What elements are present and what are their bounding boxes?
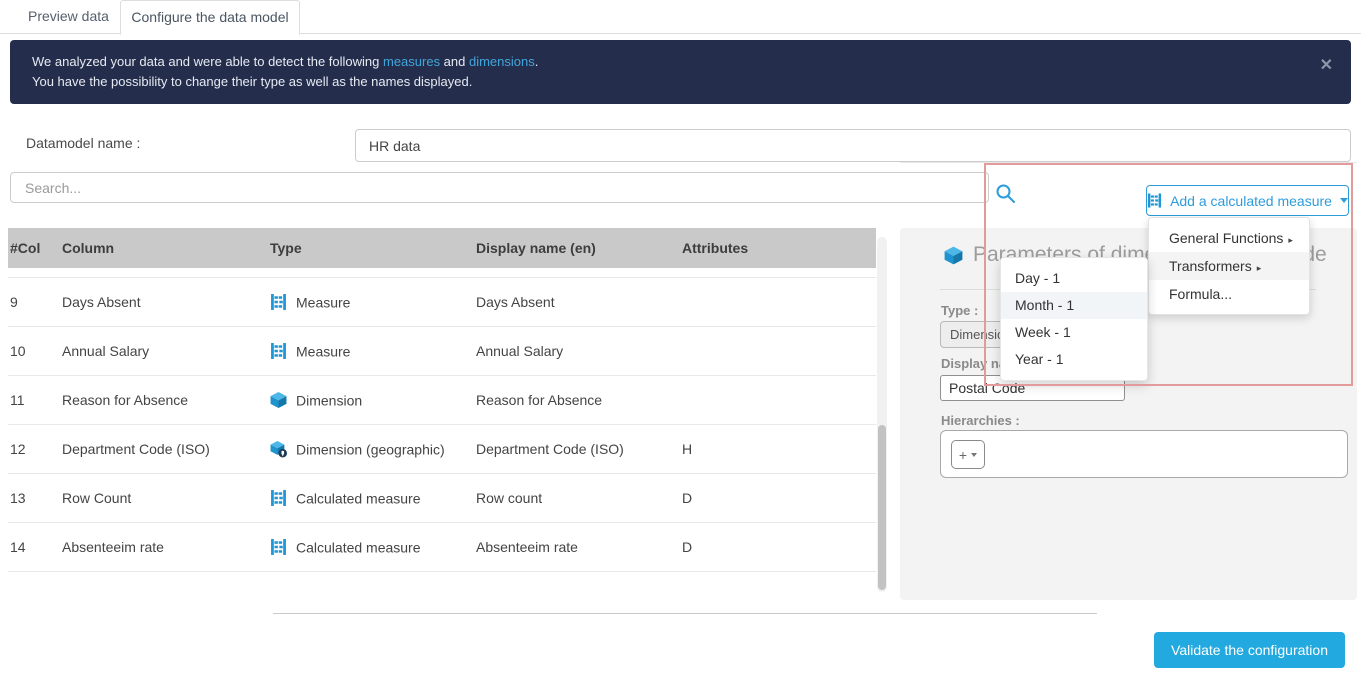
submenu-arrow-icon: ▸	[1288, 235, 1293, 245]
dimension-geographic-icon	[270, 441, 287, 458]
row-type-label: Measure	[296, 343, 351, 359]
hierarchies-box: +	[940, 430, 1348, 478]
row-attributes: H	[682, 441, 693, 457]
header-column: Column	[62, 240, 115, 256]
submenu-item[interactable]: Year - 1	[1001, 346, 1147, 373]
data-model-configuration-page: Preview data Configure the data model We…	[0, 0, 1361, 674]
hierarchies-label: Hierarchies :	[941, 413, 1020, 428]
submenu-item[interactable]: Day - 1	[1001, 265, 1147, 292]
banner-line2: You have the possibility to change their…	[32, 74, 473, 89]
table-body: 9 Days Absent Measure Days Absent 10 Ann…	[8, 277, 876, 572]
dimensions-link[interactable]: dimensions	[469, 54, 535, 69]
analysis-banner: We analyzed your data and were able to d…	[10, 40, 1351, 104]
header-display-name: Display name (en)	[476, 240, 596, 256]
measure-icon	[271, 490, 286, 506]
banner-text-prefix: We analyzed your data and were able to d…	[32, 54, 383, 69]
table-header-row: #Col Column Type Display name (en) Attri…	[8, 228, 876, 268]
table-scrollbar-thumb[interactable]	[878, 425, 886, 590]
row-type-cell[interactable]: Dimension (geographic)	[270, 441, 445, 458]
search-input[interactable]	[10, 172, 989, 203]
header-attributes: Attributes	[682, 240, 749, 256]
menu-item[interactable]: Formula...	[1149, 280, 1309, 308]
menu-item[interactable]: Transformers ▸	[1149, 252, 1309, 280]
submenu-arrow-icon: ▸	[1256, 263, 1262, 273]
row-type-cell[interactable]: Dimension	[270, 392, 362, 409]
dimension-icon	[270, 392, 287, 408]
row-display-name: Reason for Absence	[476, 392, 603, 408]
row-display-name: Department Code (ISO)	[476, 441, 624, 457]
plus-icon: +	[958, 446, 968, 463]
row-number: 9	[10, 294, 18, 310]
measure-icon	[271, 539, 286, 555]
table-row[interactable]: 11 Reason for Absence Dimension Reason f…	[8, 376, 876, 425]
banner-text-mid: and	[440, 54, 469, 69]
table-row[interactable]: 10 Annual Salary Measure Annual Salary	[8, 327, 876, 376]
header-type: Type	[270, 240, 302, 256]
calculated-measure-menu: General Functions ▸ Transformers ▸ Formula…	[1148, 217, 1310, 315]
datamodel-name-input[interactable]	[355, 129, 1351, 162]
row-type-label: Calculated measure	[296, 539, 421, 555]
row-column-name: Reason for Absence	[62, 392, 189, 408]
row-type-label: Dimension	[296, 392, 363, 408]
row-column-name: Absenteeim rate	[62, 539, 164, 555]
banner-text-suffix: .	[534, 54, 539, 69]
type-label: Type :	[941, 303, 979, 318]
submenu-item[interactable]: Month - 1	[1001, 292, 1147, 319]
chevron-down-icon	[1339, 198, 1348, 203]
measure-icon	[271, 343, 286, 359]
add-hierarchy-button[interactable]: +	[951, 440, 985, 469]
dimension-cube-icon	[944, 246, 963, 264]
tab-preview-data[interactable]: Preview data	[28, 0, 109, 33]
row-attributes: D	[682, 539, 693, 555]
row-column-name: Annual Salary	[62, 343, 150, 359]
row-number: 11	[10, 392, 25, 408]
tab-configure-data-model[interactable]: Configure the data model	[120, 0, 300, 35]
row-display-name: Row count	[476, 490, 543, 506]
row-type-label: Calculated measure	[296, 490, 421, 506]
header-col-number: #Col	[10, 240, 41, 256]
measure-icon	[271, 294, 286, 310]
row-column-name: Row Count	[62, 490, 132, 506]
calculated-measure-icon	[1148, 193, 1162, 208]
measures-link[interactable]: measures	[383, 54, 440, 69]
table-row[interactable]: 13 Row Count Calculated measure Row coun…	[8, 474, 876, 523]
menu-item[interactable]: General Functions ▸	[1149, 224, 1309, 252]
transformers-submenu: Day - 1 Month - 1 Week - 1 Year - 1	[1000, 257, 1148, 381]
banner-line1: We analyzed your data and were able to d…	[32, 52, 1291, 72]
row-number: 12	[10, 441, 26, 457]
table-row[interactable]: 12 Department Code (ISO) Dimension (geog…	[8, 425, 876, 474]
submenu-item[interactable]: Week - 1	[1001, 319, 1147, 346]
row-type-cell[interactable]: Measure	[270, 294, 350, 311]
table-row[interactable]: 9 Days Absent Measure Days Absent	[8, 278, 876, 327]
row-type-label: Measure	[296, 294, 351, 310]
add-calculated-measure-label: Add a calculated measure	[1170, 192, 1332, 209]
row-column-name: Department Code (ISO)	[62, 441, 210, 457]
chevron-down-icon	[971, 452, 978, 457]
row-number: 14	[10, 539, 26, 555]
bottom-divider	[273, 613, 1097, 614]
row-type-cell[interactable]: Calculated measure	[270, 490, 421, 507]
row-type-cell[interactable]: Measure	[270, 343, 350, 360]
tab-bar: Preview data Configure the data model	[0, 0, 1361, 35]
search-icon[interactable]	[995, 183, 1016, 204]
datamodel-name-label: Datamodel name :	[26, 135, 141, 151]
row-display-name: Annual Salary	[476, 343, 564, 359]
row-number: 10	[10, 343, 26, 359]
toolbar-top-border	[900, 162, 1357, 163]
add-calculated-measure-button[interactable]: Add a calculated measure	[1146, 185, 1349, 216]
row-number: 13	[10, 490, 26, 506]
row-attributes: D	[682, 490, 693, 506]
row-type-label: Dimension (geographic)	[296, 441, 445, 457]
row-display-name: Days Absent	[476, 294, 555, 310]
columns-table: #Col Column Type Display name (en) Attri…	[8, 228, 876, 572]
row-column-name: Days Absent	[62, 294, 141, 310]
row-display-name: Absenteeim rate	[476, 539, 578, 555]
row-type-cell[interactable]: Calculated measure	[270, 539, 421, 556]
validate-configuration-button[interactable]: Validate the configuration	[1154, 632, 1345, 668]
table-row[interactable]: 14 Absenteeim rate Calculated measure Ab…	[8, 523, 876, 572]
close-icon[interactable]: ✕	[1320, 56, 1333, 76]
